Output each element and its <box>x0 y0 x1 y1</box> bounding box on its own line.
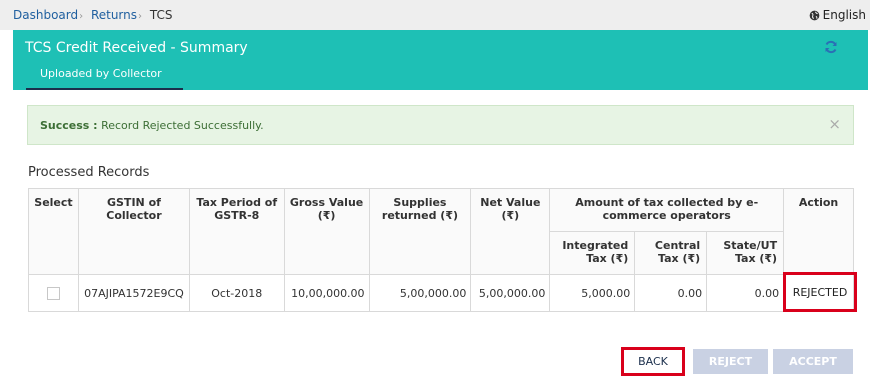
breadcrumb-separator: › <box>79 11 84 22</box>
tax-period-cell: Oct-2018 <box>188 274 285 312</box>
supplies-returned-cell: 5,00,000.00 <box>368 274 472 312</box>
language-label: English <box>822 8 866 22</box>
state-ut-tax-cell: 0.00 <box>706 274 785 312</box>
net-value-cell: 5,00,000.00 <box>470 274 551 312</box>
row-checkbox[interactable] <box>46 286 60 300</box>
alert-text: Success : Record Rejected Successfully. <box>40 119 264 132</box>
breadcrumb: Dashboard› Returns› TCS <box>13 8 172 22</box>
header-action: Action <box>783 188 854 275</box>
accept-button[interactable]: ACCEPT <box>773 349 853 374</box>
header-state-ut-tax: State/UT Tax (₹) <box>706 231 785 275</box>
header-net-value: Net Value (₹) <box>470 188 551 275</box>
globe-icon <box>809 10 820 20</box>
processed-records-table: Select GSTIN of Collector Tax Period of … <box>28 188 854 312</box>
refresh-icon[interactable] <box>824 40 838 54</box>
alert-message: Record Rejected Successfully. <box>101 119 264 132</box>
gstin-cell: 07AJIPA1572E9CQ <box>77 274 190 312</box>
back-button[interactable]: BACK <box>621 347 685 376</box>
header-central-tax: Central Tax (₹) <box>634 231 708 275</box>
breadcrumb-current: TCS <box>149 8 173 22</box>
header-gross-value: Gross Value (₹) <box>283 188 370 275</box>
header-gstin: GSTIN of Collector <box>77 188 190 275</box>
close-icon[interactable]: × <box>828 117 841 132</box>
header-integrated-tax: Integrated Tax (₹) <box>549 231 636 275</box>
section-title: Processed Records <box>28 165 150 180</box>
reject-button[interactable]: REJECT <box>693 349 768 374</box>
header-select: Select <box>28 188 79 275</box>
language-selector[interactable]: English <box>809 8 866 22</box>
page-header: TCS Credit Received - Summary Uploaded b… <box>13 30 868 90</box>
integrated-tax-cell: 5,000.00 <box>549 274 636 312</box>
breadcrumb-returns[interactable]: Returns <box>91 8 137 22</box>
page-title: TCS Credit Received - Summary <box>25 40 248 56</box>
table-row: 07AJIPA1572E9CQ Oct-2018 10,00,000.00 5,… <box>28 274 854 312</box>
status-badge: REJECTED <box>792 285 848 299</box>
top-bar: Dashboard› Returns› TCS English <box>0 0 870 30</box>
tab-uploaded-by-collector[interactable]: Uploaded by Collector <box>26 66 183 90</box>
success-alert: Success : Record Rejected Successfully. … <box>27 105 854 145</box>
alert-label: Success : <box>40 119 98 132</box>
select-cell <box>28 274 79 312</box>
gross-value-cell: 10,00,000.00 <box>283 274 370 312</box>
breadcrumb-dashboard[interactable]: Dashboard <box>13 8 78 22</box>
breadcrumb-separator: › <box>138 11 143 22</box>
header-tax-period: Tax Period of GSTR-8 <box>188 188 285 275</box>
header-supplies-returned: Supplies returned (₹) <box>368 188 472 275</box>
header-amount-group: Amount of tax collected by e-commerce op… <box>549 188 785 232</box>
central-tax-cell: 0.00 <box>634 274 708 312</box>
